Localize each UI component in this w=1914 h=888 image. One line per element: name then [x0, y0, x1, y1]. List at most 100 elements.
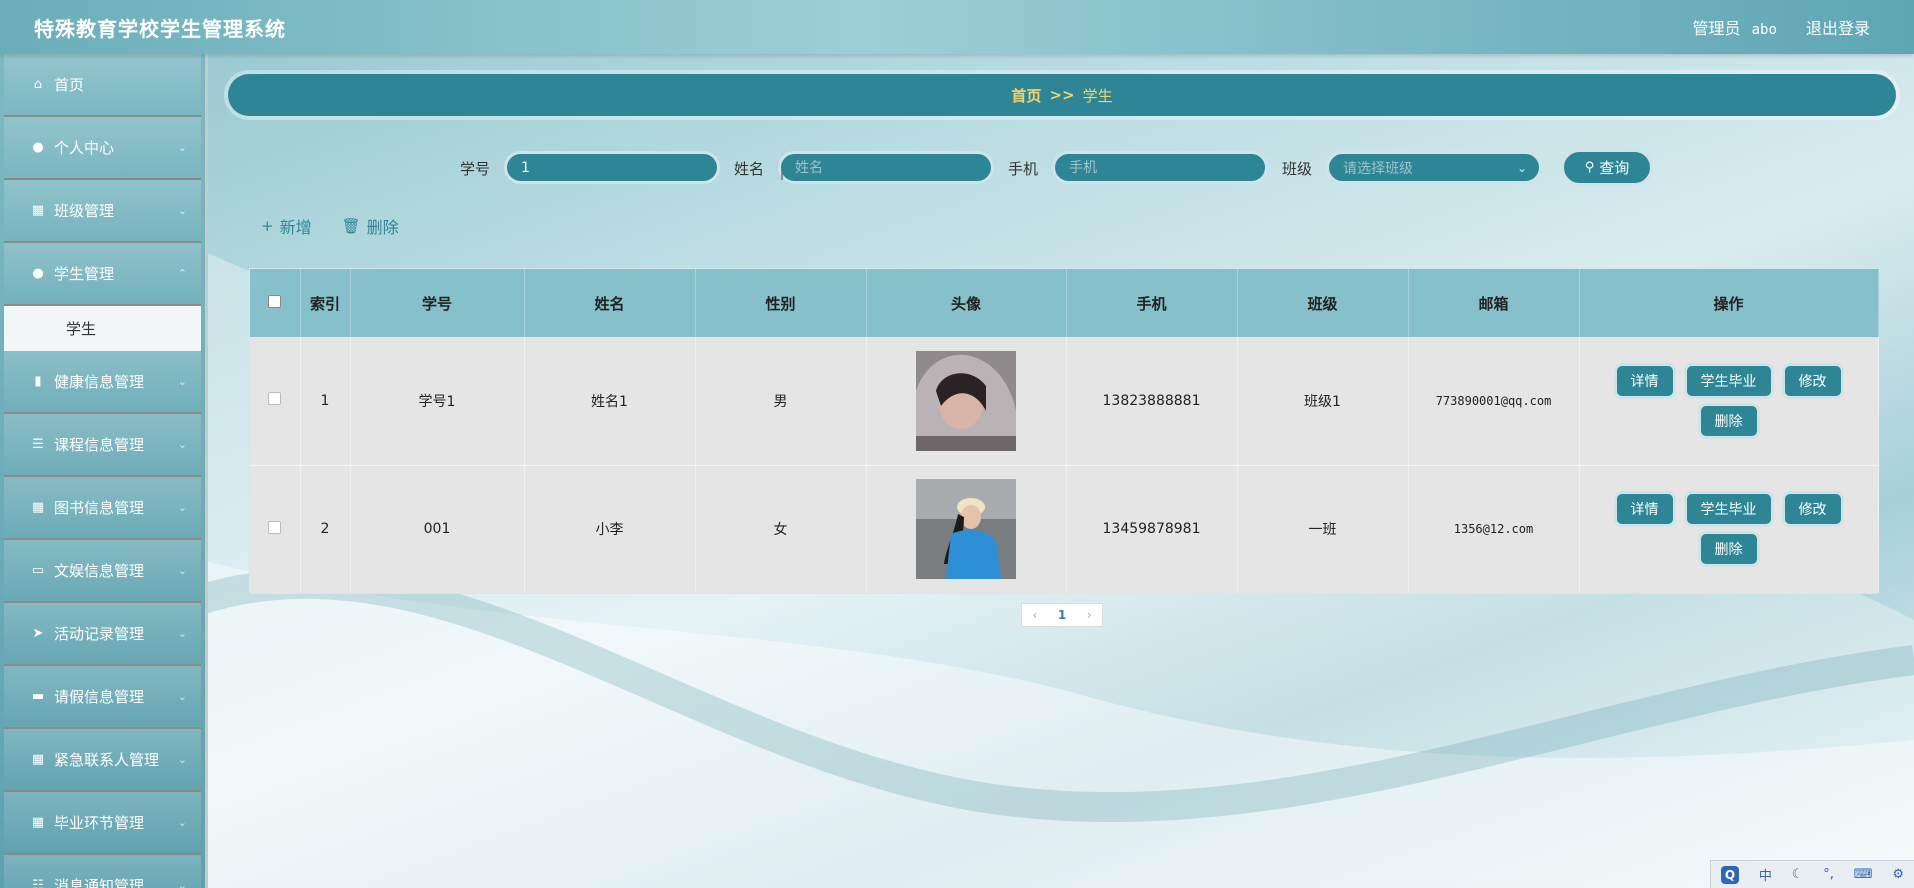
page-number[interactable]: 1 [1058, 608, 1066, 622]
column-header-phone: 手机 [1066, 269, 1238, 337]
sidebar-item-label: 图书信息管理 [54, 499, 145, 517]
sidebar-item-class-management[interactable]: ▦ 班级管理 ⌄ [4, 180, 201, 243]
ime-logo-icon[interactable]: Q [1720, 865, 1739, 884]
search-icon: ⚲ [1584, 160, 1595, 175]
select-all-cell [250, 269, 301, 337]
chevron-down-icon: ⌄ [1516, 160, 1527, 175]
cell-avatar [866, 337, 1067, 465]
sidebar-item-personal-center[interactable]: ● 个人中心 ⌄ [4, 117, 201, 180]
grid-icon: ▦ [31, 203, 45, 218]
sidebar-item-activity-record[interactable]: ➤ 活动记录管理 ⌄ [4, 603, 201, 666]
cell-email: 773890001@qq.com [1408, 337, 1580, 465]
chevron-down-icon: ⌄ [177, 690, 187, 703]
delete-button[interactable]: 🗑 删除 [342, 214, 399, 238]
row-checkbox[interactable] [268, 520, 282, 534]
row-delete-button[interactable]: 删除 [1700, 534, 1757, 565]
sidebar: ⌂ 首页 ● 个人中心 ⌄ ▦ 班级管理 ⌄ ● 学生管理 ⌃ 学生 ▮ 健康信… [0, 54, 208, 888]
select-all-checkbox[interactable] [268, 295, 282, 308]
next-page-icon[interactable]: › [1087, 608, 1092, 622]
column-header-email: 邮箱 [1408, 269, 1580, 337]
sidebar-item-health-info[interactable]: ▮ 健康信息管理 ⌄ [4, 351, 201, 414]
sidebar-item-home[interactable]: ⌂ 首页 [4, 54, 201, 117]
sidebar-item-label: 文娱信息管理 [54, 562, 145, 580]
sidebar-item-course-info[interactable]: ☰ 课程信息管理 ⌄ [4, 414, 201, 477]
sidebar-item-emergency-contact[interactable]: ▦ 紧急联系人管理 ⌄ [4, 729, 201, 792]
class-select[interactable]: 请选择班级 ⌄ [1326, 151, 1542, 184]
column-header-actions: 操作 [1579, 269, 1879, 337]
grid-icon: ▦ [31, 815, 45, 830]
user-name: abo [1751, 22, 1777, 38]
sidebar-subitem-student[interactable]: 学生 [4, 306, 201, 351]
breadcrumb-home[interactable]: 首页 [1011, 85, 1041, 106]
sidebar-item-book-info[interactable]: ▦ 图书信息管理 ⌄ [4, 477, 201, 540]
cell-gender: 女 [695, 464, 867, 593]
table-row: 2 001 小李 女 13459878981 一班 1356@12.com 详情… [250, 464, 1879, 593]
edit-button[interactable]: 修改 [1784, 365, 1841, 396]
cell-phone: 13823888881 [1066, 337, 1238, 465]
sidebar-subitem-label: 学生 [66, 320, 97, 338]
search-button-label: 查询 [1599, 159, 1630, 177]
logout-button[interactable]: 退出登录 [1806, 19, 1870, 38]
cell-avatar [866, 464, 1067, 593]
sidebar-item-student-management[interactable]: ● 学生管理 ⌃ [4, 243, 201, 306]
sidebar-item-entertainment-info[interactable]: ▭ 文娱信息管理 ⌄ [4, 540, 201, 603]
chevron-down-icon: ⌄ [177, 438, 187, 451]
sidebar-item-graduation[interactable]: ▦ 毕业环节管理 ⌄ [4, 792, 201, 855]
sidebar-item-leave-info[interactable]: ▬ 请假信息管理 ⌄ [4, 666, 201, 729]
cell-student-id: 001 [350, 464, 525, 593]
send-icon: ➤ [32, 626, 44, 641]
chevron-down-icon: ⌄ [177, 564, 187, 577]
chevron-down-icon: ⌄ [177, 879, 187, 888]
moon-icon[interactable]: ☾ [1792, 867, 1804, 882]
search-button[interactable]: ⚲ 查询 [1561, 149, 1653, 186]
table-header-row: 索引 学号 姓名 性别 头像 手机 班级 邮箱 操作 [250, 269, 1879, 337]
delete-button-label: 删除 [366, 218, 399, 237]
search-bar: 学号 姓名 手机 班级 请选择班级 ⌄ ⚲ 查询 [211, 148, 1914, 188]
cell-actions: 详情 学生毕业 修改 删除 [1579, 337, 1879, 465]
keyboard-icon[interactable]: ⌨ [1854, 867, 1873, 882]
sidebar-item-label: 毕业环节管理 [54, 814, 145, 832]
student-id-input[interactable] [504, 151, 720, 184]
name-input[interactable] [778, 151, 994, 184]
chevron-down-icon: ⌄ [177, 627, 187, 640]
detail-button[interactable]: 详情 [1616, 365, 1673, 396]
cell-phone: 13459878981 [1066, 464, 1238, 593]
chevron-down-icon: ⌄ [177, 204, 187, 217]
prev-page-icon[interactable]: ‹ [1032, 608, 1037, 622]
cell-name: 姓名1 [524, 337, 696, 465]
pagination: ‹ 1 › [1021, 603, 1103, 627]
cell-class: 班级1 [1237, 337, 1409, 465]
chevron-down-icon: ⌄ [177, 753, 187, 766]
detail-button[interactable]: 详情 [1616, 494, 1673, 525]
row-delete-button[interactable]: 删除 [1700, 405, 1757, 436]
phone-input[interactable] [1052, 151, 1268, 184]
toolbox-icon[interactable]: ⚙ [1892, 867, 1904, 882]
row-checkbox[interactable] [268, 392, 282, 406]
punctuation-icon[interactable]: °, [1823, 867, 1834, 882]
chevron-down-icon: ⌄ [177, 816, 187, 829]
home-icon: ⌂ [33, 77, 43, 92]
student-avatar-image[interactable] [916, 350, 1016, 451]
trash-icon: 🗑 [341, 217, 361, 235]
add-button[interactable]: + 新增 [261, 214, 312, 238]
graduate-button[interactable]: 学生毕业 [1686, 494, 1771, 525]
sidebar-item-label: 消息通知管理 [54, 877, 145, 888]
edit-button[interactable]: 修改 [1784, 494, 1841, 525]
text-cursor-icon: I [780, 168, 785, 184]
chevron-down-icon: ⌄ [177, 141, 187, 154]
user-area: 管理员 abo 退出登录 [1686, 15, 1870, 39]
column-header-name: 姓名 [524, 269, 696, 337]
ime-tray: Q 中 ☾ °, ⌨ ⚙ [1710, 860, 1914, 888]
ime-language[interactable]: 中 [1759, 865, 1772, 884]
sidebar-item-label: 健康信息管理 [54, 373, 145, 391]
sidebar-item-label: 请假信息管理 [54, 688, 145, 706]
grid-icon: ▦ [31, 500, 45, 515]
cell-gender: 男 [695, 337, 867, 465]
breadcrumb: 首页 >> 学生 [228, 74, 1896, 116]
student-avatar-image[interactable] [916, 479, 1016, 580]
sidebar-item-label: 紧急联系人管理 [54, 751, 160, 769]
table-row: 1 学号1 姓名1 男 13823888881 班级1 773890001@qq… [250, 337, 1879, 465]
sidebar-item-notification[interactable]: ☷ 消息通知管理 ⌄ [4, 855, 201, 888]
graduate-button[interactable]: 学生毕业 [1686, 365, 1771, 396]
list-icon: ☰ [32, 437, 44, 452]
